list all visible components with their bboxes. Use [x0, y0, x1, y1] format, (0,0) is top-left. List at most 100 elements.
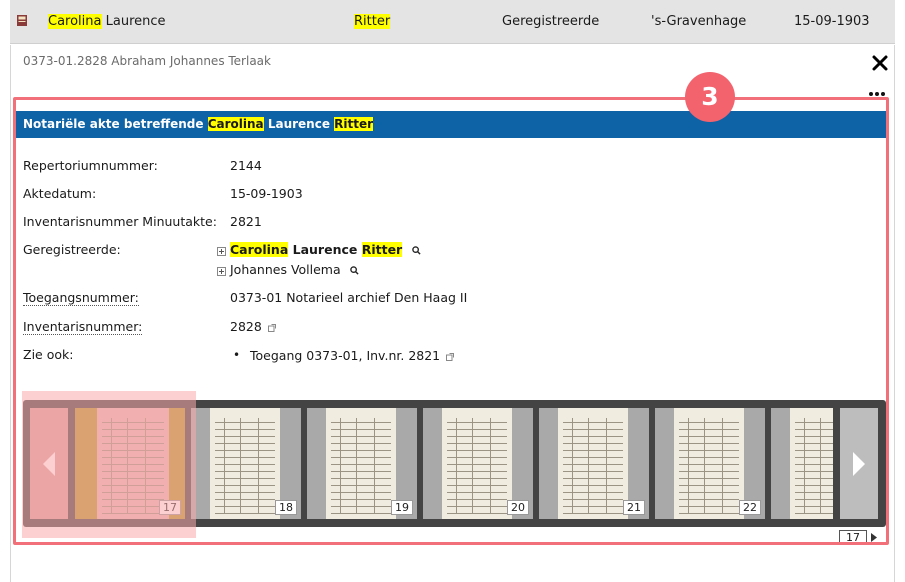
- thumbnail-number: 17: [159, 500, 181, 515]
- scan-column-line: [606, 418, 607, 513]
- result-place: 's-Gravenhage: [651, 14, 747, 29]
- scan-rule-line: [795, 513, 833, 514]
- inventaris-label: Inventarisnummer:: [23, 319, 143, 335]
- chevron-left-icon: [43, 452, 55, 476]
- expand-icon[interactable]: [217, 247, 226, 256]
- search-icon[interactable]: [411, 246, 421, 255]
- carousel-prev-button[interactable]: [30, 408, 68, 519]
- scan-rule-line: [331, 513, 391, 514]
- thumbnail-20[interactable]: 20: [423, 408, 533, 519]
- person-2-name: Johannes Vollema: [230, 262, 341, 277]
- scan-rule-line: [795, 450, 833, 451]
- toegang-label: Toegangsnummer:: [23, 290, 139, 306]
- scan-column-line: [588, 418, 589, 513]
- act-header: Notariële akte betreffende Carolina Laur…: [16, 111, 886, 138]
- scan-column-line: [145, 418, 146, 513]
- person-2[interactable]: Johannes Vollema: [230, 262, 359, 277]
- thumbnail-18[interactable]: 18: [191, 408, 301, 519]
- repertorium-value: 2144: [230, 158, 262, 173]
- act-header-last: Ritter: [334, 117, 374, 131]
- scan-rule-line: [563, 513, 623, 514]
- thumbnail-number: 20: [507, 500, 529, 515]
- scan-column-line: [127, 418, 128, 513]
- scan-rule-line: [795, 492, 833, 493]
- scan-rule-line: [795, 471, 833, 472]
- act-header-first: Carolina: [207, 117, 264, 131]
- person-1-last: Ritter: [361, 242, 403, 257]
- carousel-next-button[interactable]: [840, 408, 878, 519]
- step-badge: 3: [685, 72, 735, 122]
- scan-rule-line: [795, 464, 833, 465]
- result-first-name: Carolina: [48, 14, 102, 29]
- person-1[interactable]: Carolina Laurence Ritter: [230, 242, 421, 257]
- zie-ook-item: Toegang 0373-01, Inv.nr. 2821: [250, 348, 441, 363]
- scan-rule-line: [795, 506, 833, 507]
- act-header-prefix: Notariële akte betreffende: [23, 117, 204, 131]
- scan-column-line: [456, 418, 457, 513]
- scan-rule-line: [795, 478, 833, 479]
- scan-page: [442, 408, 512, 519]
- scan-column-line: [572, 418, 573, 513]
- result-name: Carolina Laurence: [48, 14, 166, 29]
- zie-ook-link[interactable]: Toegang 0373-01, Inv.nr. 2821: [250, 348, 455, 363]
- thumbnail-19[interactable]: 19: [307, 408, 417, 519]
- scan-column-line: [688, 418, 689, 513]
- thumbnail-21[interactable]: 21: [539, 408, 649, 519]
- thumbnail-number: 22: [739, 500, 761, 515]
- scan-rule-line: [795, 436, 833, 437]
- thumbnail-22[interactable]: 22: [655, 408, 765, 519]
- scan-column-line: [704, 418, 705, 513]
- expand-icon[interactable]: [217, 267, 226, 276]
- scan-rule-line: [795, 422, 833, 423]
- result-date: 15-09-1903: [794, 14, 870, 29]
- person-1-middle: Laurence: [292, 242, 358, 257]
- scan-page: [558, 408, 628, 519]
- scan-page: [790, 408, 833, 519]
- scan-column-line: [820, 418, 821, 513]
- more-options-icon[interactable]: [867, 91, 887, 97]
- scan-column-line: [240, 418, 241, 513]
- external-link-icon: [267, 323, 276, 332]
- scan-rule-line: [795, 443, 833, 444]
- scan-page: [674, 408, 744, 519]
- search-icon[interactable]: [349, 266, 359, 275]
- scan-column-line: [258, 418, 259, 513]
- repertorium-label: Repertoriumnummer:: [23, 158, 158, 173]
- inventaris-link[interactable]: 2828: [230, 319, 276, 334]
- scan-column-line: [374, 418, 375, 513]
- scan-page: [210, 408, 280, 519]
- scan-rule-line: [795, 457, 833, 458]
- aktedatum-value: 15-09-1903: [230, 186, 303, 201]
- geregistreerde-label: Geregistreerde:: [23, 242, 121, 257]
- thumbnail-number: 18: [275, 500, 297, 515]
- thumbnail-number: 21: [623, 500, 645, 515]
- result-role: Geregistreerde: [502, 14, 600, 29]
- chevron-right-icon: [853, 452, 865, 476]
- scan-rule-line: [679, 513, 739, 514]
- scan-rule-line: [795, 429, 833, 430]
- page-number-input[interactable]: 17: [839, 530, 867, 545]
- scan-edge: [75, 408, 97, 519]
- scan-column-line: [472, 418, 473, 513]
- act-header-middle: Laurence: [267, 117, 330, 131]
- scan-column-line: [111, 418, 112, 513]
- thumbnail-partial[interactable]: [771, 408, 833, 519]
- result-middle-name: Laurence: [105, 14, 166, 29]
- inventaris-value: 2828: [230, 319, 262, 334]
- scan-column-line: [356, 418, 357, 513]
- scan-rule-line: [447, 513, 507, 514]
- aktedatum-label: Aktedatum:: [23, 186, 97, 201]
- panel-title: 0373-01.2828 Abraham Johannes Terlaak: [23, 54, 271, 68]
- scan-column-line: [224, 418, 225, 513]
- zie-ook-label: Zie ook:: [23, 347, 74, 362]
- caret-right-icon[interactable]: [871, 533, 877, 542]
- thumbnail-17[interactable]: 17: [75, 408, 185, 519]
- scan-rule-line: [795, 485, 833, 486]
- close-icon[interactable]: [871, 54, 889, 72]
- toegang-value: 0373-01 Notarieel archief Den Haag II: [230, 290, 468, 305]
- bullet-icon: •: [233, 348, 241, 362]
- result-row[interactable]: Carolina Laurence Ritter Geregistreerde …: [10, 0, 895, 44]
- scan-rule-line: [215, 513, 275, 514]
- thumbnail-number: 19: [391, 500, 413, 515]
- inventaris-minuut-label: Inventarisnummer Minuutakte:: [23, 214, 217, 229]
